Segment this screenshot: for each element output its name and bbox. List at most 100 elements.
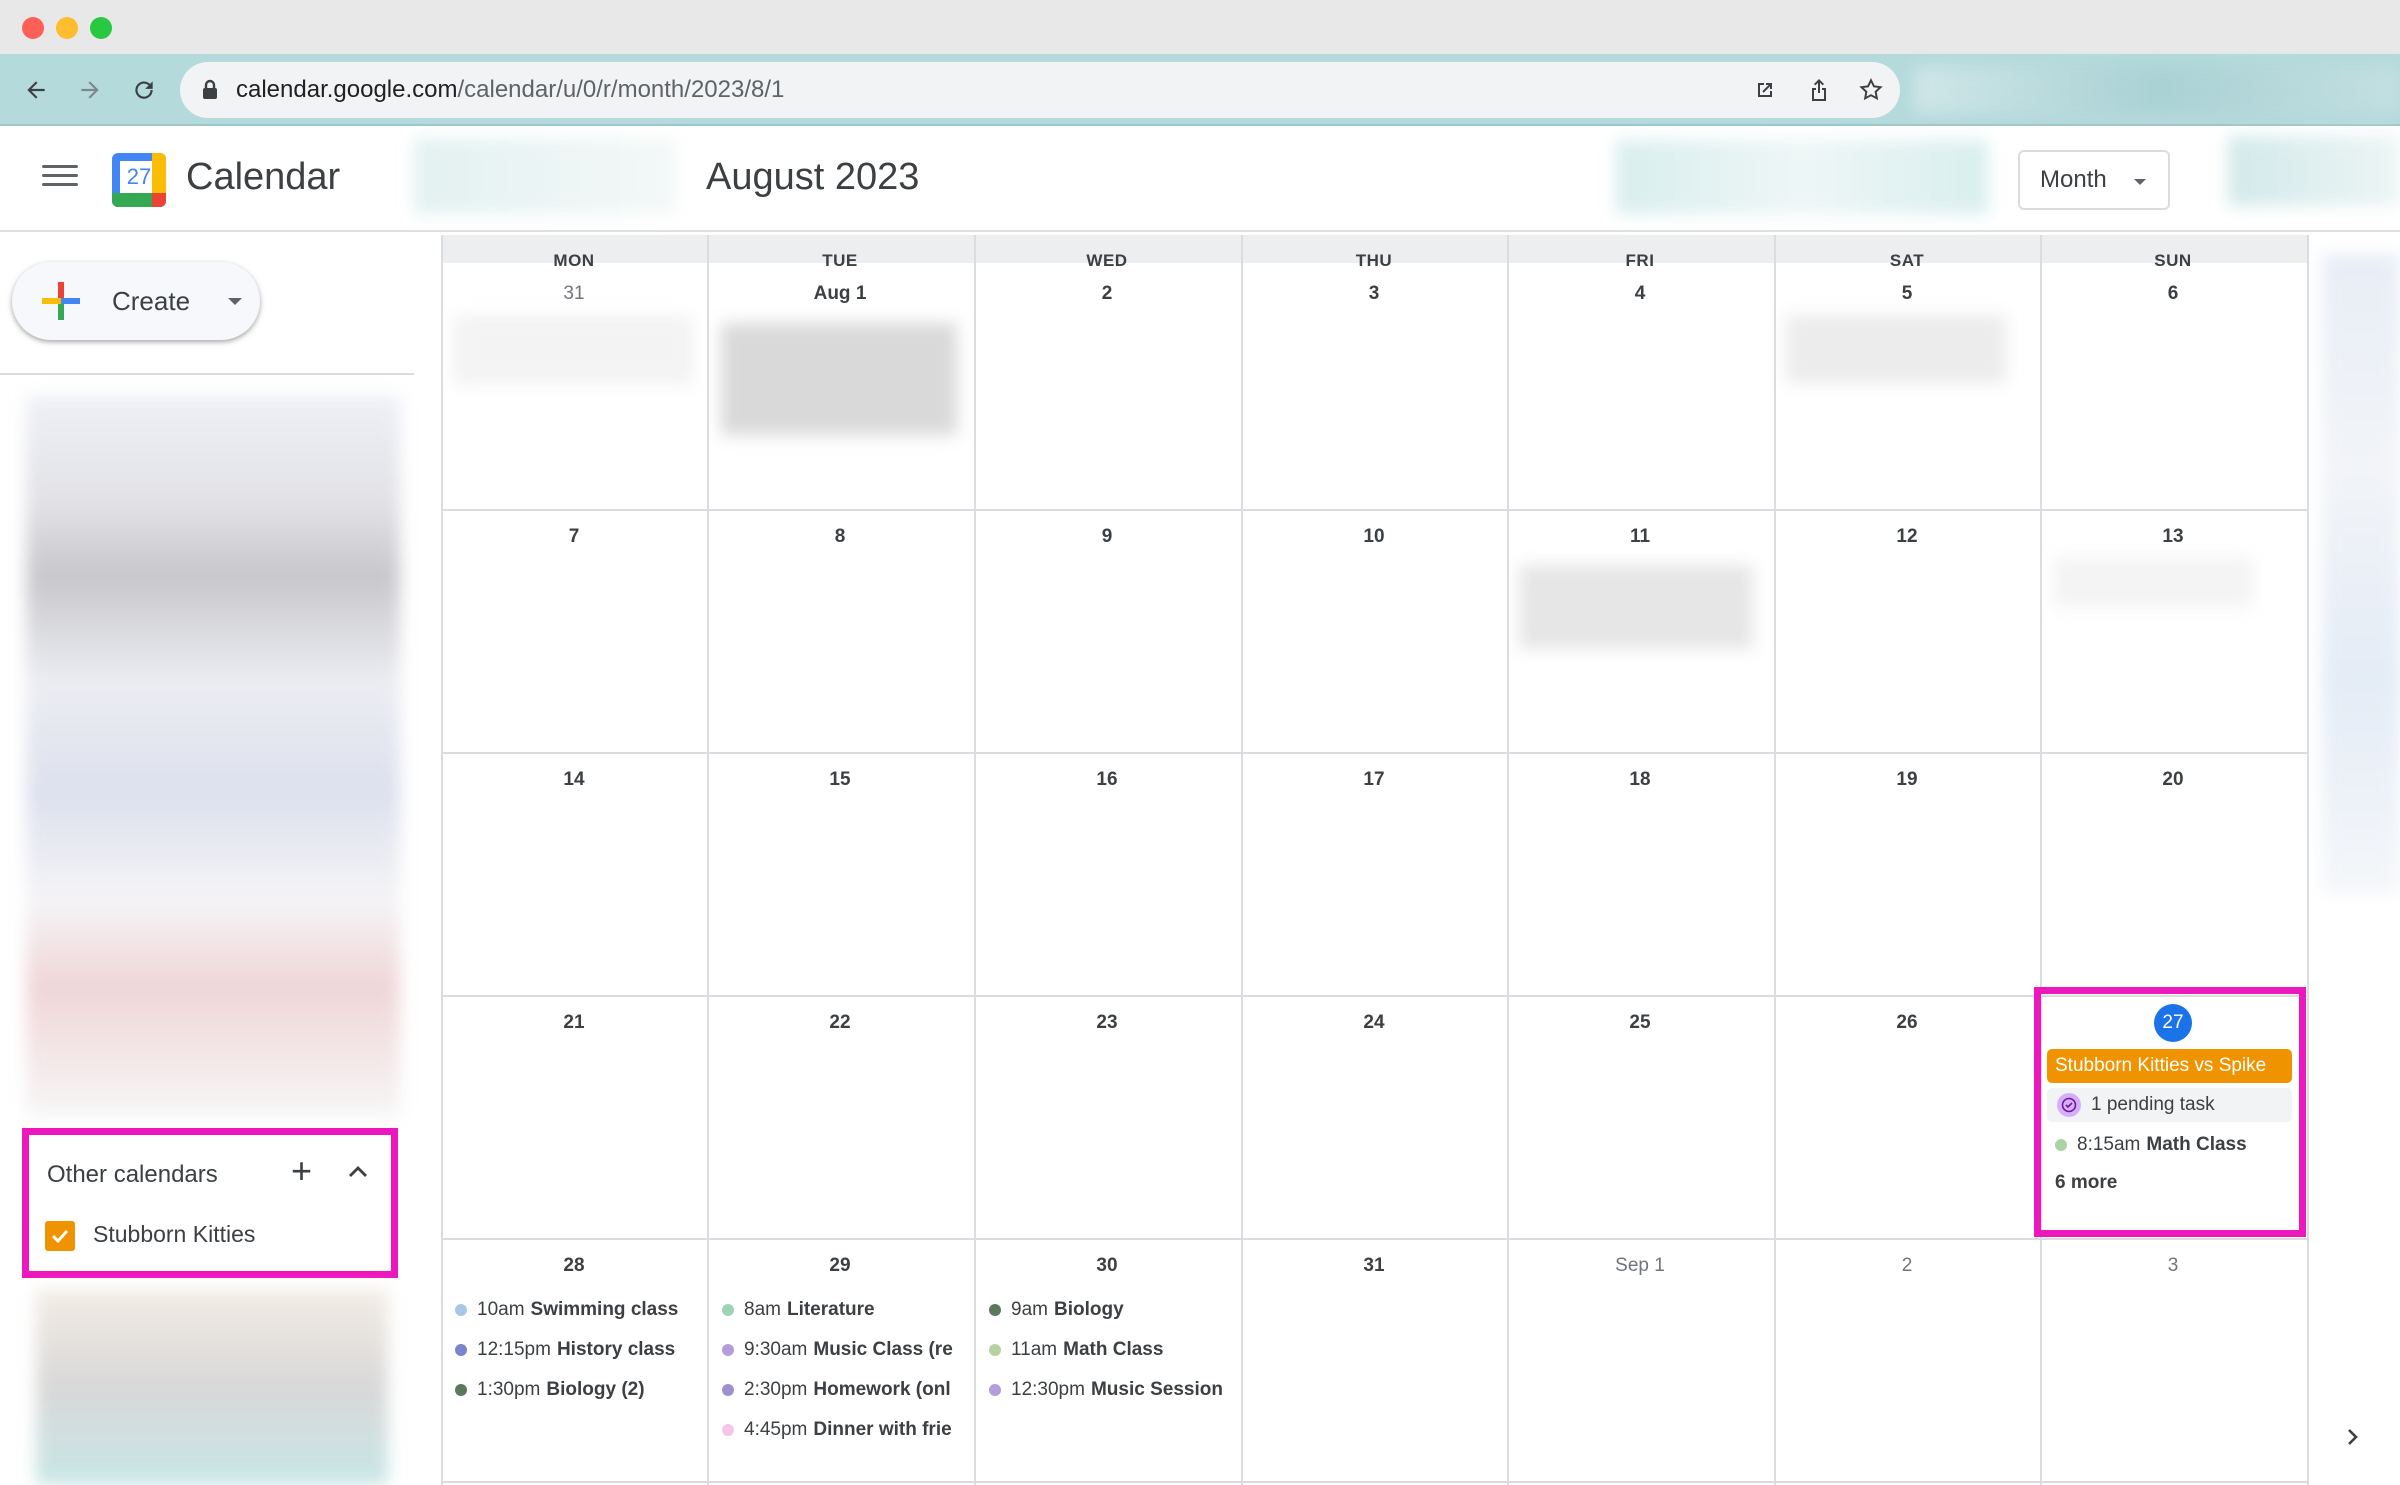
sidebar-divider bbox=[0, 373, 414, 375]
event-item[interactable]: 12:30pm Music Session bbox=[989, 1372, 1233, 1408]
calendar-name: Stubborn Kitties bbox=[93, 1221, 256, 1247]
day-number[interactable]: 16 bbox=[974, 769, 1240, 791]
event-name: Swimming class bbox=[530, 1299, 679, 1320]
day-number[interactable]: 22 bbox=[707, 1012, 973, 1034]
day-number[interactable]: 11 bbox=[1507, 526, 1773, 548]
grid-line bbox=[1241, 235, 1243, 1485]
address-bar[interactable]: calendar.google.com/calendar/u/0/r/month… bbox=[180, 62, 1900, 118]
reload-button[interactable] bbox=[124, 70, 164, 110]
today-date-badge[interactable]: 27 bbox=[2154, 1004, 2192, 1042]
create-button[interactable]: Create bbox=[12, 262, 260, 340]
event-item[interactable]: 11am Math Class bbox=[989, 1332, 1233, 1368]
other-calendars-title: Other calendars bbox=[47, 1161, 218, 1188]
calendar-logo-icon[interactable]: 27 bbox=[112, 153, 166, 207]
day-number[interactable]: 2 bbox=[1774, 1255, 2040, 1277]
event-name: Math Class bbox=[1063, 1339, 1164, 1360]
add-calendar-button[interactable]: + bbox=[291, 1153, 312, 1189]
day-number[interactable]: 6 bbox=[2040, 283, 2306, 305]
day-number[interactable]: 4 bbox=[1507, 283, 1773, 305]
blurred-event bbox=[453, 315, 693, 385]
event-name: Math Class bbox=[2146, 1134, 2247, 1155]
grid-line bbox=[441, 752, 2309, 754]
day-number[interactable]: Aug 1 bbox=[707, 283, 973, 305]
app-title: Calendar bbox=[186, 156, 341, 198]
event-time: 9am bbox=[1011, 1299, 1048, 1320]
event-item[interactable]: 8:15am Math Class bbox=[2055, 1127, 2295, 1163]
day-number[interactable]: 15 bbox=[707, 769, 973, 791]
blurred-nav-controls bbox=[414, 138, 676, 214]
event-name: Biology bbox=[1053, 1299, 1124, 1320]
event-item[interactable]: 4:45pm Dinner with frie bbox=[722, 1412, 964, 1448]
day-number[interactable]: 3 bbox=[1241, 283, 1507, 305]
day-number[interactable]: 30 bbox=[974, 1255, 1240, 1277]
day-number[interactable]: 13 bbox=[2040, 526, 2306, 548]
event-name: Literature bbox=[786, 1299, 875, 1320]
open-in-new-icon[interactable] bbox=[1750, 75, 1780, 105]
day-number[interactable]: 14 bbox=[441, 769, 707, 791]
checkmark-icon bbox=[51, 1229, 69, 1244]
event-item[interactable]: 8am Literature bbox=[722, 1292, 964, 1328]
calendar-checkbox[interactable] bbox=[45, 1221, 75, 1251]
weekday-header: SAT bbox=[1889, 251, 1925, 270]
day-number[interactable]: 10 bbox=[1241, 526, 1507, 548]
chevron-right-icon[interactable] bbox=[2340, 1425, 2364, 1449]
day-number[interactable]: 2 bbox=[974, 283, 1240, 305]
event-time: 12:30pm bbox=[1011, 1379, 1085, 1400]
share-icon[interactable] bbox=[1804, 75, 1834, 105]
day-number[interactable]: 7 bbox=[441, 526, 707, 548]
day-number[interactable]: 19 bbox=[1774, 769, 2040, 791]
day-number[interactable]: 21 bbox=[441, 1012, 707, 1034]
day-number[interactable]: 12 bbox=[1774, 526, 2040, 548]
day-number[interactable]: 8 bbox=[707, 526, 973, 548]
grid-line bbox=[441, 509, 2309, 511]
day-number[interactable]: 25 bbox=[1507, 1012, 1773, 1034]
event-time: 12:15pm bbox=[477, 1339, 551, 1360]
event-time: 1:30pm bbox=[477, 1379, 541, 1400]
main-menu-button[interactable] bbox=[36, 159, 84, 199]
day-number[interactable]: 17 bbox=[1241, 769, 1507, 791]
url-text: calendar.google.com/calendar/u/0/r/month… bbox=[236, 76, 785, 103]
grid-line bbox=[707, 235, 709, 1485]
event-item[interactable]: 2:30pm Homework (onl bbox=[722, 1372, 964, 1408]
chevron-up-icon[interactable] bbox=[347, 1161, 369, 1183]
blurred-event bbox=[1519, 565, 1753, 649]
day-number[interactable]: 26 bbox=[1774, 1012, 2040, 1034]
event-name: Biology (2) bbox=[546, 1379, 645, 1400]
event-time: 9:30am bbox=[744, 1339, 808, 1360]
minimize-window-button[interactable] bbox=[56, 17, 78, 39]
blurred-side-panel bbox=[2322, 254, 2400, 894]
weekday-header: WED bbox=[1086, 251, 1128, 270]
day-number[interactable]: 20 bbox=[2040, 769, 2306, 791]
event-item[interactable]: 9:30am Music Class (re bbox=[722, 1332, 964, 1368]
event-color-dot bbox=[722, 1344, 734, 1356]
more-events-link[interactable]: 6 more bbox=[2055, 1172, 2117, 1194]
pending-task-chip[interactable]: 1 pending task bbox=[2047, 1088, 2292, 1122]
day-number[interactable]: 9 bbox=[974, 526, 1240, 548]
day-number[interactable]: 28 bbox=[441, 1255, 707, 1277]
all-day-event-chip[interactable]: Stubborn Kitties vs Spike bbox=[2047, 1049, 2292, 1083]
day-number[interactable]: 31 bbox=[441, 283, 707, 305]
day-number[interactable]: 3 bbox=[2040, 1255, 2306, 1277]
event-time: 2:30pm bbox=[744, 1379, 808, 1400]
task-check-icon bbox=[2057, 1093, 2081, 1117]
grid-line bbox=[441, 235, 443, 1485]
view-switcher[interactable]: Month bbox=[2018, 150, 2170, 210]
event-item[interactable]: 10am Swimming class bbox=[455, 1292, 701, 1328]
day-number[interactable]: 18 bbox=[1507, 769, 1773, 791]
weekday-header: THU bbox=[1355, 251, 1393, 270]
day-number[interactable]: 31 bbox=[1241, 1255, 1507, 1277]
day-number[interactable]: 5 bbox=[1774, 283, 2040, 305]
caret-down-icon bbox=[2134, 179, 2146, 185]
bookmark-star-icon[interactable] bbox=[1856, 75, 1886, 105]
day-number[interactable]: 24 bbox=[1241, 1012, 1507, 1034]
maximize-window-button[interactable] bbox=[90, 17, 112, 39]
day-number[interactable]: 29 bbox=[707, 1255, 973, 1277]
forward-button[interactable] bbox=[70, 70, 110, 110]
day-number[interactable]: Sep 1 bbox=[1507, 1255, 1773, 1277]
event-item[interactable]: 9am Biology bbox=[989, 1292, 1233, 1328]
event-item[interactable]: 12:15pm History class bbox=[455, 1332, 701, 1368]
back-button[interactable] bbox=[16, 70, 56, 110]
day-number[interactable]: 23 bbox=[974, 1012, 1240, 1034]
close-window-button[interactable] bbox=[22, 17, 44, 39]
event-item[interactable]: 1:30pm Biology (2) bbox=[455, 1372, 701, 1408]
